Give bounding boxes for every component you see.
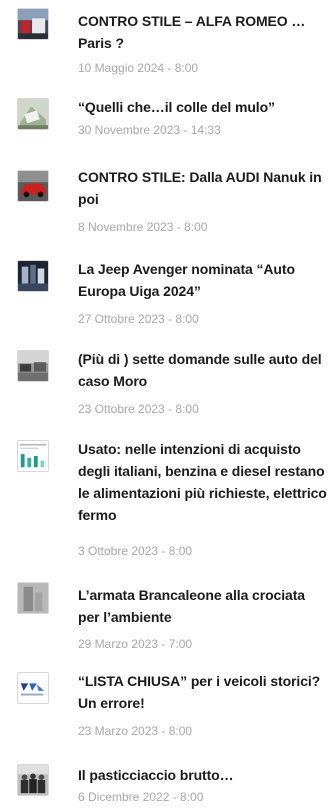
list-item: CONTRO STILE: Dalla AUDI Nanuk in poi 8 …: [0, 166, 335, 242]
article-title-link[interactable]: L’armata Brancaleone alla crociata per l…: [78, 584, 328, 628]
article-title-link[interactable]: “Quelli che…il colle del mulo”: [78, 96, 328, 118]
article-title-link[interactable]: La Jeep Avenger nominata “Auto Europa Ui…: [78, 258, 328, 302]
article-date: 6 Dicembre 2022 - 8:00: [78, 790, 204, 804]
list-item: L’armata Brancaleone alla crociata per l…: [0, 578, 335, 654]
car-red-thumbnail[interactable]: [17, 8, 49, 40]
foggy-building-thumbnail[interactable]: [17, 582, 49, 614]
article-date: 23 Ottobre 2023 - 8:00: [78, 402, 199, 416]
award-stage-thumbnail[interactable]: [17, 260, 49, 292]
bar-chart-thumbnail[interactable]: [17, 440, 49, 472]
list-item: “Quelli che…il colle del mulo” 30 Novemb…: [0, 94, 335, 144]
article-title-link[interactable]: Il pasticciaccio brutto…: [78, 764, 328, 786]
list-item: CONTRO STILE – ALFA ROMEO … Paris ? 10 M…: [0, 4, 335, 80]
list-item: La Jeep Avenger nominata “Auto Europa Ui…: [0, 256, 335, 332]
article-date: 3 Ottobre 2023 - 8:00: [78, 544, 193, 558]
article-date: 8 Novembre 2023 - 8:00: [78, 220, 208, 234]
red-sports-car-thumbnail[interactable]: [17, 170, 49, 202]
list-item: (Più di ) sette domande sulle auto del c…: [0, 346, 335, 422]
article-title-link[interactable]: (Più di ) sette domande sulle auto del c…: [78, 348, 328, 392]
article-title-link[interactable]: Usato: nelle intenzioni di acquisto degl…: [78, 438, 328, 526]
list-item: Il pasticciaccio brutto… 6 Dicembre 2022…: [0, 760, 335, 810]
article-date: 23 Marzo 2023 - 8:00: [78, 724, 193, 738]
article-date: 27 Ottobre 2023 - 8:00: [78, 312, 199, 326]
recent-articles-list: CONTRO STILE – ALFA ROMEO … Paris ? 10 M…: [0, 0, 335, 810]
logo-thumbnail[interactable]: [17, 672, 49, 704]
article-date: 10 Maggio 2024 - 8:00: [78, 61, 199, 75]
list-item: Usato: nelle intenzioni di acquisto degl…: [0, 436, 335, 564]
list-item: “LISTA CHIUSA” per i veicoli storici? Un…: [0, 668, 335, 744]
article-date: 29 Marzo 2023 - 7:00: [78, 637, 193, 651]
group-people-thumbnail[interactable]: [17, 764, 49, 796]
article-date: 30 Novembre 2023 - 14:33: [78, 123, 221, 137]
mountain-road-thumbnail[interactable]: [17, 98, 49, 130]
article-title-link[interactable]: CONTRO STILE: Dalla AUDI Nanuk in poi: [78, 166, 328, 210]
archive-photo-thumbnail[interactable]: [17, 350, 49, 382]
article-title-link[interactable]: “LISTA CHIUSA” per i veicoli storici? Un…: [78, 670, 328, 714]
article-title-link[interactable]: CONTRO STILE – ALFA ROMEO … Paris ?: [78, 10, 328, 54]
